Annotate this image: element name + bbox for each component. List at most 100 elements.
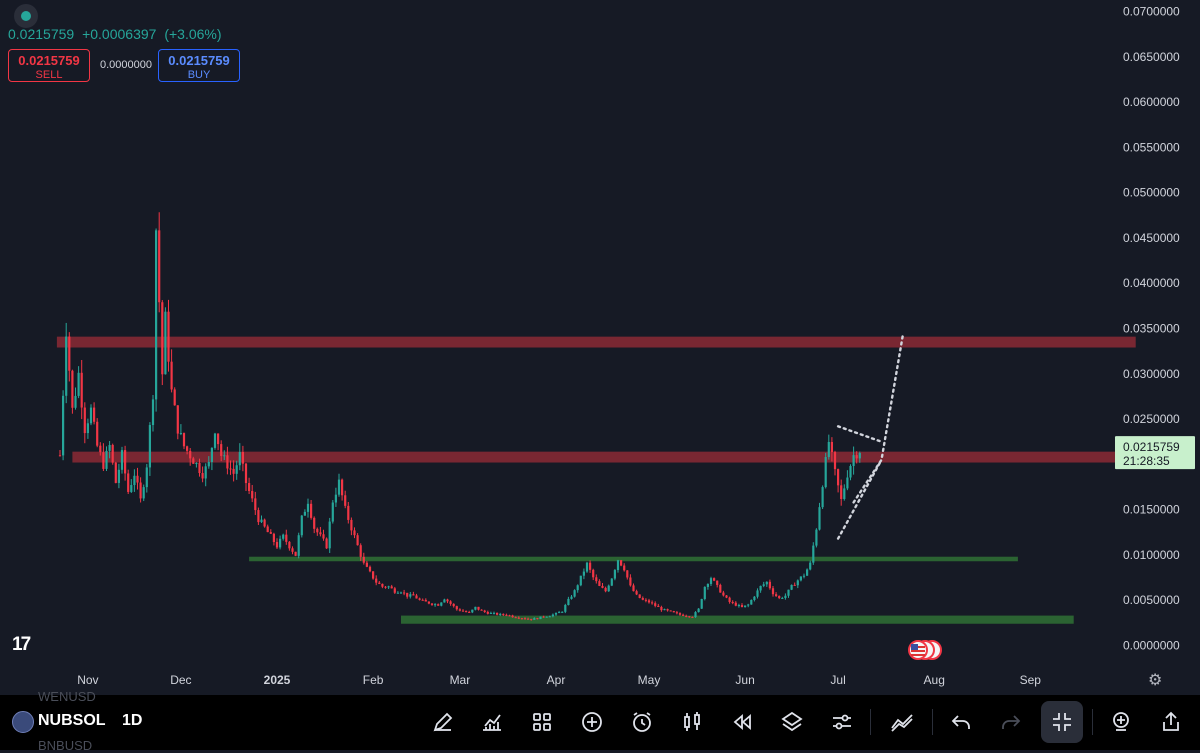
trendline-icon[interactable] [887,707,917,737]
candle [492,611,496,615]
pencil-icon[interactable] [428,707,458,737]
symbol-name[interactable]: NUBSOL [38,712,106,730]
candle [226,446,229,475]
candle [821,485,824,510]
alarm-icon[interactable] [627,707,657,737]
candle-body [155,230,158,400]
candle-body [641,597,644,600]
candle-body [626,570,629,578]
candle-body [635,591,638,595]
candle-body [629,577,632,586]
layers-icon[interactable] [777,707,807,737]
candle-body [282,534,285,539]
candle [393,586,396,594]
candle-body [120,450,124,470]
candle [595,574,598,584]
candle-body [353,530,356,536]
x-axis-label: Jul [830,673,845,687]
candle [610,578,613,587]
candle [725,595,728,599]
redo-icon[interactable] [996,707,1026,737]
chart-area[interactable]: 0.0700000 0.0650000 0.0600000 0.0550000 0.05… [0,0,1200,695]
candle-body [660,606,663,611]
candle-body [827,442,830,458]
chart-settings-icon[interactable]: ⚙ [1148,670,1162,690]
plus-icon[interactable] [577,707,607,737]
candle-body [753,596,756,601]
candle [254,491,257,515]
collapse-icon[interactable] [1041,701,1083,743]
candle-body [731,601,734,603]
candle [71,369,74,414]
candle [477,606,480,611]
last-price-value: 0.0215759 [1123,440,1180,454]
candle [607,584,610,592]
candle-body [759,585,762,591]
candle [434,603,437,607]
x-axis-label: Aug [924,673,945,687]
candle-body [573,590,576,597]
candle [626,570,629,580]
candle-body [486,611,489,614]
candle [461,609,465,612]
candle-body [585,562,589,572]
candle [409,592,412,599]
replay-icon[interactable] [727,707,757,737]
symbol-avatar[interactable] [12,711,34,733]
candle [285,529,288,545]
candle-body [111,445,114,463]
candle-body [424,599,427,602]
candle-body [458,609,461,611]
candle-body [496,612,499,615]
candle-body [651,602,654,604]
candle-body [229,468,232,470]
candle [641,596,644,601]
settings-sliders-icon[interactable] [827,707,857,737]
candle-body [604,587,607,592]
y-axis-label: 0.0500000 [1123,186,1180,200]
candle-body [310,503,313,518]
economic-events-icon[interactable] [908,640,942,662]
candle-body [762,584,765,586]
candle [74,387,77,410]
candle [251,484,254,503]
candle [155,228,158,412]
candle-body [855,455,858,459]
candle [331,499,334,524]
y-axis-label: 0.0400000 [1123,276,1180,290]
candle-body [257,510,260,523]
timeframe-button[interactable]: 1D [122,712,142,730]
price-chart[interactable]: 0.0700000 0.0650000 0.0600000 0.0550000 0.05… [0,0,1200,695]
grid-icon[interactable] [527,707,557,737]
indicators-icon[interactable] [477,707,507,737]
candle-body [303,511,306,516]
candle [644,598,647,603]
candle-body [663,609,666,611]
candle [784,593,787,600]
candle-body [62,395,65,456]
candles-icon[interactable] [677,707,707,737]
candle [80,359,83,420]
candle [629,574,632,587]
candle [260,515,263,524]
candle [682,613,685,617]
candle-body [167,311,170,362]
candle-body [502,613,505,615]
candle [167,299,170,372]
candle [486,610,489,615]
candle-body [189,450,192,459]
sell-button[interactable]: 0.0215759 SELL [8,49,90,82]
candle [356,533,359,546]
candle-body [737,605,740,607]
candle-body [610,578,613,586]
candle [303,509,306,516]
add-alert-icon[interactable] [1106,707,1136,737]
candle-body [598,581,601,586]
undo-icon[interactable] [946,707,976,737]
candle-body [89,407,93,424]
share-icon[interactable] [1156,707,1186,737]
candle [368,565,372,573]
y-axis-label: 0.0450000 [1123,231,1180,245]
candle [381,583,384,589]
buy-button[interactable]: 0.0215759 BUY [158,49,240,82]
